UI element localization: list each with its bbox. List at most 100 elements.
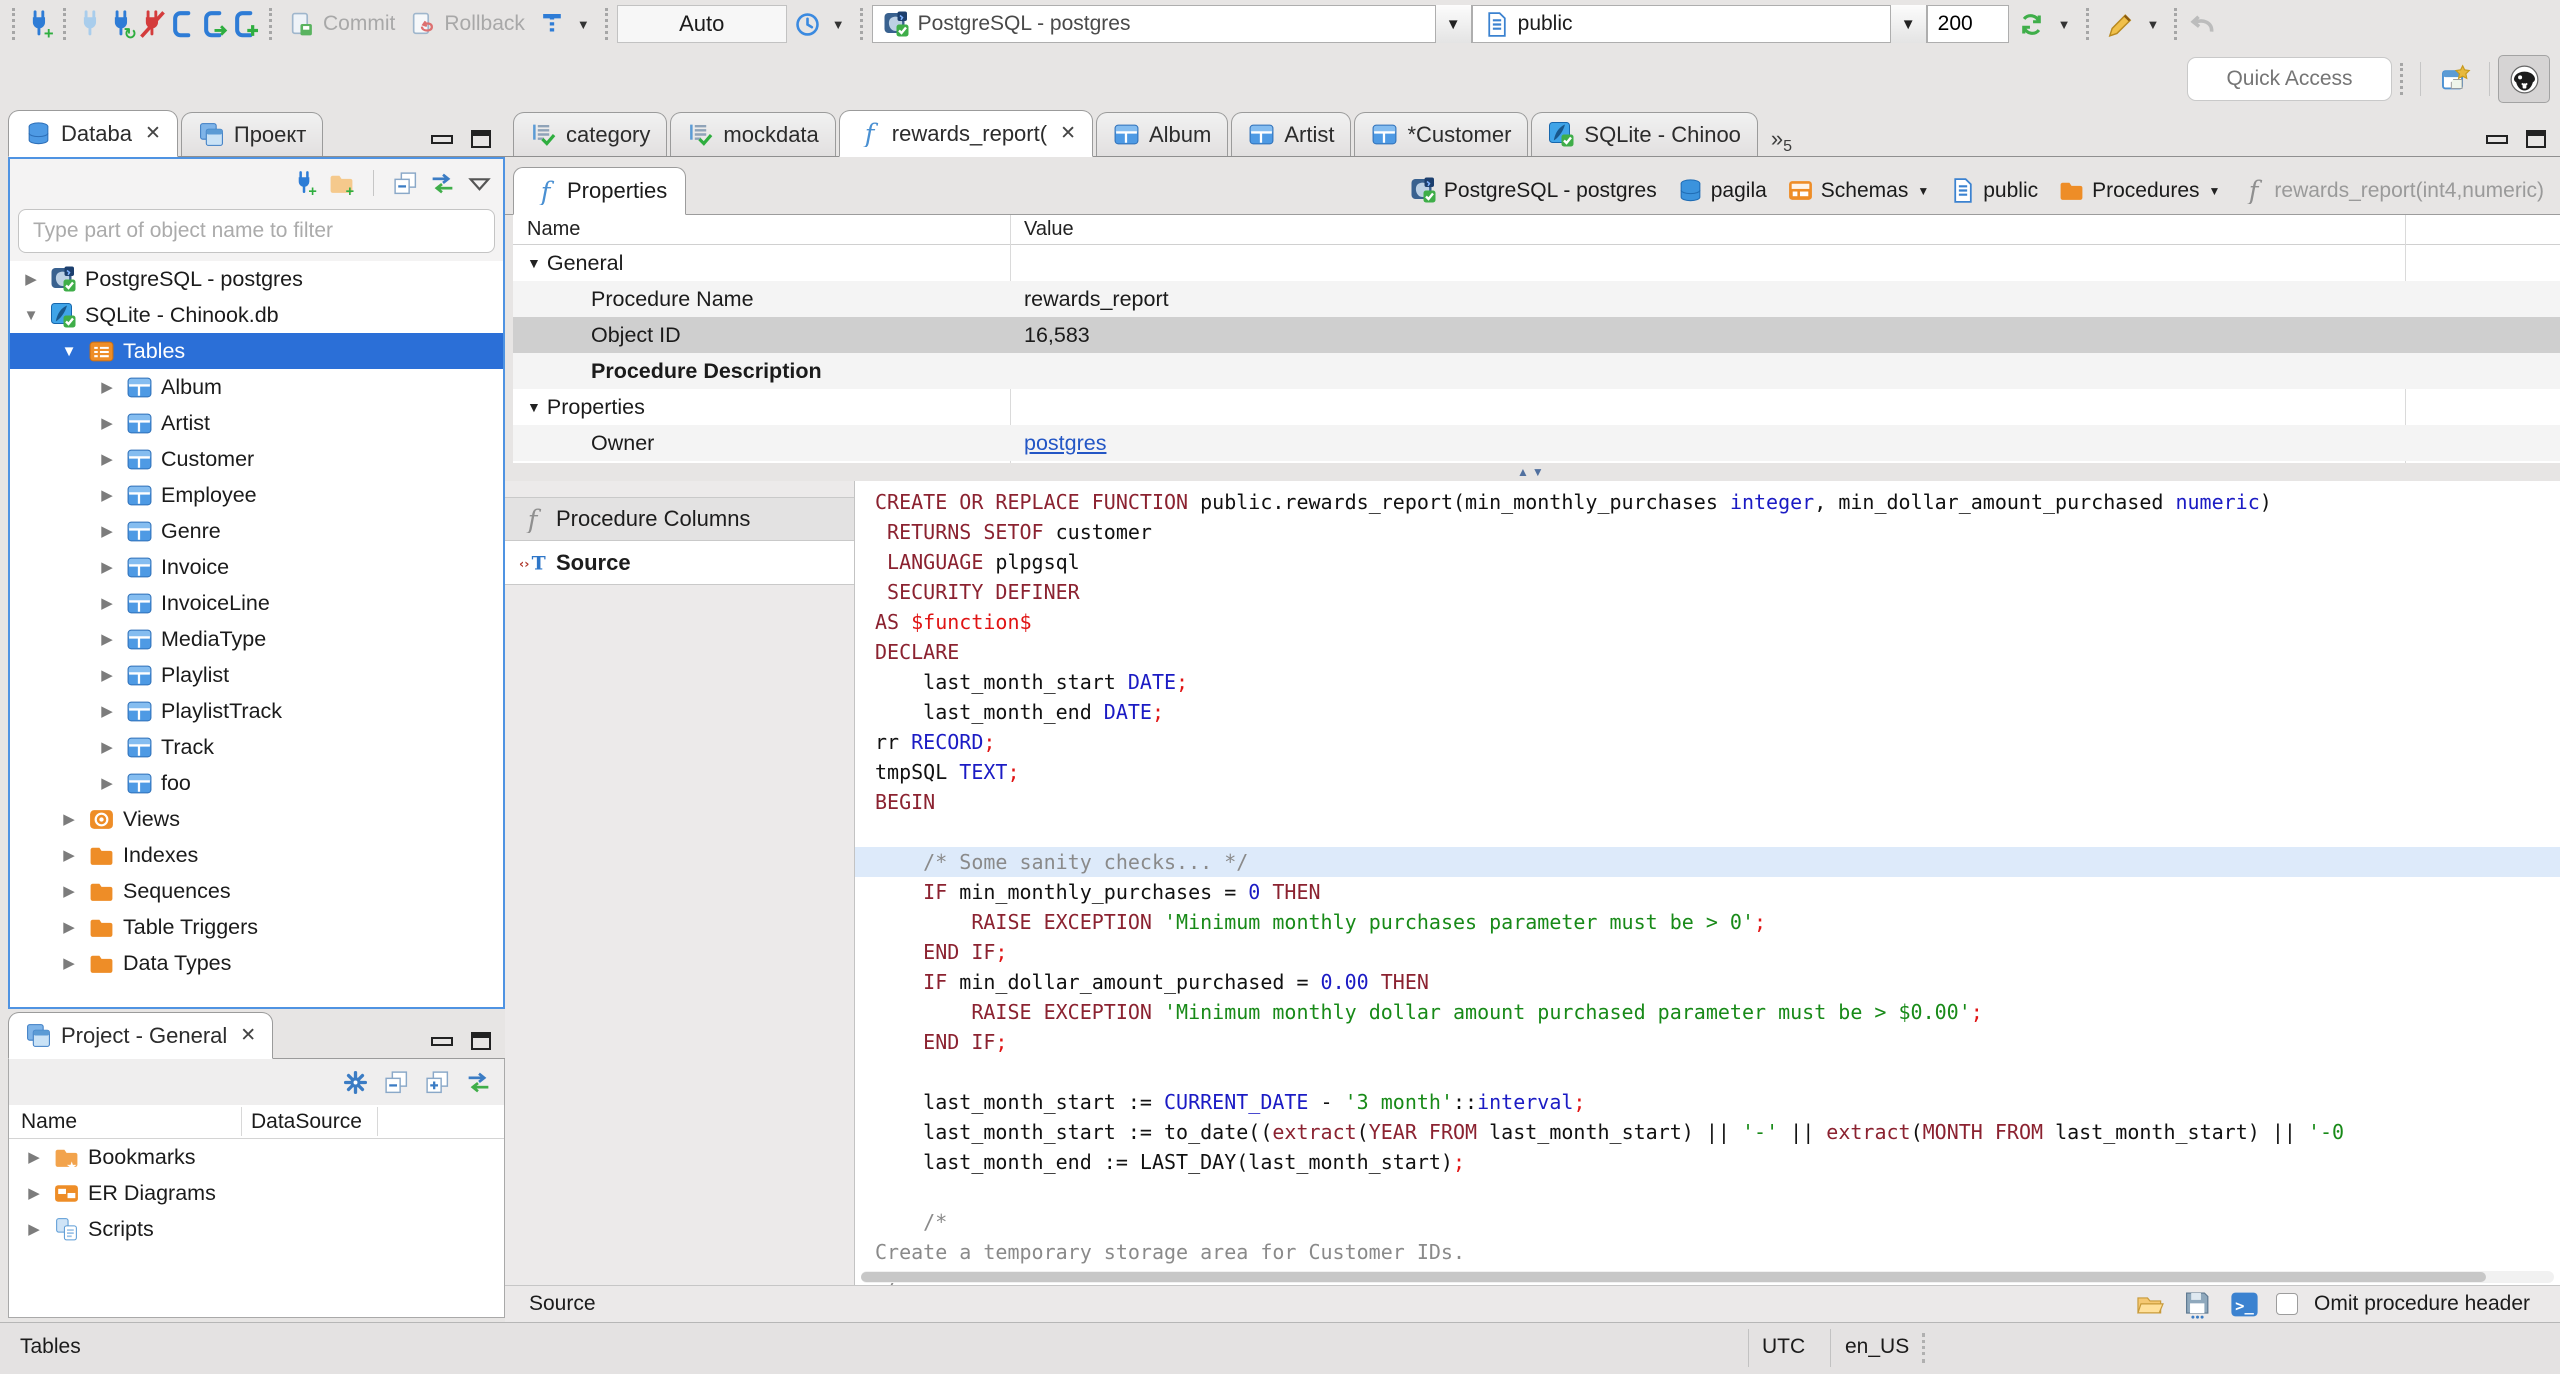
tab-properties[interactable]: f Properties — [513, 167, 687, 215]
tree-item-foo[interactable]: ▶ foo — [10, 765, 503, 801]
view-menu-icon[interactable] — [466, 170, 493, 197]
object-filter-input[interactable] — [18, 209, 495, 253]
tree-item-genre[interactable]: ▶ Genre — [10, 513, 503, 549]
tree-item-postgresql-postgres[interactable]: ▶ PostgreSQL - postgres — [10, 261, 503, 297]
fetch-size-input[interactable] — [1926, 5, 2009, 43]
property-row[interactable]: ▼ Properties — [513, 389, 2560, 425]
chevron-collapsed-icon[interactable]: ▶ — [58, 810, 80, 828]
quick-access-input[interactable] — [2187, 57, 2392, 101]
schema-combo[interactable]: public ▼ — [1471, 5, 1927, 43]
editor-tab--customer[interactable]: *Customer — [1354, 112, 1529, 156]
collapse-all-icon[interactable] — [383, 1069, 410, 1096]
grid-column-value[interactable]: Value — [1024, 218, 1074, 241]
panel-tab-procedure-columns[interactable]: f Procedure Columns — [505, 497, 854, 541]
panel-tab-source[interactable]: ‹› T Source — [505, 541, 854, 585]
rollback-button[interactable]: Rollback — [402, 3, 532, 45]
tab-overflow-button[interactable]: » 5 — [1761, 124, 1798, 156]
disconnect-icon[interactable] — [137, 9, 168, 40]
chevron-collapsed-icon[interactable]: ▶ — [58, 918, 80, 936]
editor-tab-album[interactable]: Album — [1095, 112, 1229, 156]
toolbar-grip[interactable] — [2174, 8, 2178, 40]
chevron-collapsed-icon[interactable]: ▶ — [96, 702, 118, 720]
link-editor-icon[interactable] — [429, 170, 456, 197]
maximize-icon[interactable] — [471, 130, 491, 148]
tree-item-views[interactable]: ▶ Views — [10, 801, 503, 837]
sql-console-icon[interactable]: >_ — [2229, 1289, 2260, 1320]
close-icon[interactable]: ✕ — [145, 122, 161, 145]
close-icon[interactable]: ✕ — [240, 1024, 256, 1047]
link-editor-icon[interactable] — [465, 1069, 492, 1096]
chevron-collapsed-icon[interactable]: ▶ — [96, 774, 118, 792]
connection-combo-arrow[interactable]: ▼ — [1434, 5, 1471, 43]
toolbar-grip[interactable] — [269, 8, 273, 40]
open-file-icon[interactable] — [2135, 1289, 2166, 1320]
tree-item-indexes[interactable]: ▶ Indexes — [10, 837, 503, 873]
maximize-icon[interactable] — [471, 1032, 491, 1050]
breadcrumb-item-postgresql-postgres[interactable]: PostgreSQL - postgres — [1410, 177, 1657, 204]
column-name[interactable]: Name — [21, 1110, 77, 1134]
column-datasource[interactable]: DataSource — [251, 1110, 362, 1134]
sidebar-tab-0[interactable]: Databa ✕ — [8, 110, 178, 157]
chevron-collapsed-icon[interactable]: ▶ — [96, 630, 118, 648]
chevron-collapsed-icon[interactable]: ▶ — [96, 558, 118, 576]
property-value-link[interactable]: postgres — [1024, 431, 1106, 455]
minimize-icon[interactable] — [431, 1036, 453, 1046]
chevron-down-icon[interactable]: ▼ — [1917, 184, 1929, 198]
horizontal-scrollbar[interactable] — [861, 1271, 2554, 1283]
tab-project-general[interactable]: Project - General ✕ — [8, 1012, 274, 1059]
minimize-icon[interactable] — [431, 134, 453, 144]
editor-tab-rewards-report-[interactable]: f rewards_report(✕ — [838, 110, 1093, 157]
chevron-collapsed-icon[interactable]: ▶ — [23, 1184, 45, 1202]
dbeaver-perspective-button[interactable] — [2498, 55, 2550, 103]
chevron-expanded-icon[interactable]: ▼ — [20, 307, 42, 324]
chevron-collapsed-icon[interactable]: ▶ — [96, 522, 118, 540]
status-locale[interactable]: en_US — [1845, 1335, 1909, 1359]
toolbar-grip[interactable] — [63, 8, 67, 40]
collapse-all-icon[interactable] — [392, 170, 419, 197]
chevron-collapsed-icon[interactable]: ▶ — [23, 1220, 45, 1238]
chevron-collapsed-icon[interactable]: ▶ — [96, 594, 118, 612]
save-icon[interactable] — [2182, 1289, 2213, 1320]
sidebar-tab-1[interactable]: Проект — [180, 112, 324, 156]
breadcrumb-item-public[interactable]: public — [1949, 177, 2038, 204]
tree-item-invoice[interactable]: ▶ Invoice — [10, 549, 503, 585]
chevron-collapsed-icon[interactable]: ▶ — [23, 1148, 45, 1166]
minimize-icon[interactable] — [2486, 134, 2508, 144]
chevron-collapsed-icon[interactable]: ▶ — [58, 954, 80, 972]
sash-collapse-icon[interactable]: ▲▼ — [1517, 465, 1547, 479]
tree-item-sqlite-chinook-db[interactable]: ▼ SQLite - Chinook.db — [10, 297, 503, 333]
connect-icon[interactable] — [75, 9, 106, 40]
expand-all-icon[interactable] — [424, 1069, 451, 1096]
tree-item-tables[interactable]: ▼ Tables — [10, 333, 503, 369]
commit-mode-combo[interactable]: Auto — [616, 5, 787, 43]
tree-item-playlist[interactable]: ▶ Playlist — [10, 657, 503, 693]
property-row[interactable]: Procedure Description — [513, 353, 2560, 389]
chevron-down-icon[interactable]: ▼ — [2209, 184, 2221, 198]
new-connection-icon[interactable]: + — [291, 170, 318, 197]
chevron-collapsed-icon[interactable]: ▶ — [96, 378, 118, 396]
undo-icon[interactable] — [2186, 9, 2217, 40]
schema-combo-arrow[interactable]: ▼ — [1889, 5, 1926, 43]
new-connection-icon[interactable]: + — [24, 9, 55, 40]
editor-tab-mockdata[interactable]: mockdata — [670, 112, 836, 156]
breadcrumb-item-rewards-report-int4-numeric-[interactable]: f rewards_report(int4,numeric) — [2240, 177, 2544, 204]
group-expand-icon[interactable]: ▼ — [527, 255, 541, 271]
tree-item-customer[interactable]: ▶ Customer — [10, 441, 503, 477]
reconnect-icon[interactable]: ↻ — [106, 9, 137, 40]
transaction-add-icon[interactable] — [230, 9, 261, 40]
refresh-button[interactable]: ▼ — [2009, 3, 2078, 45]
toolbar-grip[interactable] — [859, 8, 864, 40]
close-icon[interactable]: ✕ — [1060, 122, 1076, 145]
group-expand-icon[interactable]: ▼ — [527, 399, 541, 415]
transaction-jump-icon[interactable] — [199, 9, 230, 40]
grid-column-name[interactable]: Name — [527, 218, 580, 241]
edit-button[interactable]: ▼ — [2098, 3, 2167, 45]
transaction-log-icon[interactable] — [168, 9, 199, 40]
chevron-collapsed-icon[interactable]: ▶ — [58, 846, 80, 864]
property-row[interactable]: Owner postgres — [513, 425, 2560, 461]
scrollbar-thumb[interactable] — [861, 1272, 2487, 1282]
tree-item-table-triggers[interactable]: ▶ Table Triggers — [10, 909, 503, 945]
open-perspective-button[interactable] — [2429, 55, 2481, 103]
gear-icon[interactable] — [342, 1069, 369, 1096]
tree-item-playlisttrack[interactable]: ▶ PlaylistTrack — [10, 693, 503, 729]
